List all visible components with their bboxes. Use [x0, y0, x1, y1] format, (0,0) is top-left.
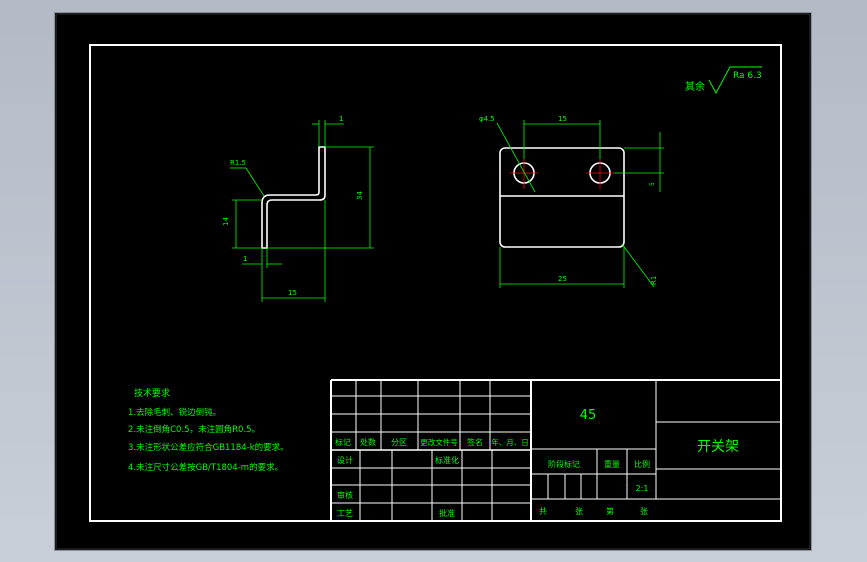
roughness-symbol: 其余 Ra 6.3	[685, 66, 762, 95]
row-approve: 批准	[439, 508, 455, 518]
tech-title: 技术要求	[134, 387, 170, 399]
rev-header: 年、月、日	[491, 437, 529, 447]
roughness-label: 其余	[685, 80, 705, 93]
tech-item: 3.未注形状公差应符合GB1184-k的要求。	[128, 442, 289, 453]
title-block-text: 45 开关架 标记 处数 分区 更改文件号 签名 年、月、日 设计 标准化 审核…	[335, 408, 739, 518]
side-dim-offset: 1	[243, 255, 247, 263]
stage-label: 阶段标记	[548, 459, 580, 469]
sheet-total: 共	[539, 507, 547, 516]
side-view-profile	[261, 146, 326, 249]
rev-header: 更改文件号	[420, 437, 458, 447]
rev-header: 签名	[467, 437, 483, 447]
technical-requirements: 技术要求 1.去除毛刺、锐边倒钝。 2.未注倒角C0.5，未注圆角R0.5。 3…	[128, 387, 289, 473]
side-dim-height: 34	[356, 191, 364, 200]
material-value: 45	[580, 408, 597, 423]
tech-item: 1.去除毛刺、锐边倒钝。	[128, 407, 221, 418]
side-dim-base-height: 14	[222, 217, 230, 226]
side-dim-width: 15	[288, 289, 297, 297]
rev-header: 标记	[335, 437, 351, 447]
front-dim-radius: R1	[650, 276, 658, 285]
tech-item: 2.未注倒角C0.5，未注圆角R0.5。	[128, 424, 260, 435]
row-design: 设计	[337, 455, 353, 465]
sheet-unit: 张	[575, 507, 583, 516]
sheet-of: 第	[606, 506, 614, 516]
cad-drawing: 其余 Ra 6.3 1 34 14 15 1 R1.5 15 φ4.5 5 25…	[89, 44, 782, 522]
rev-header: 分区	[391, 438, 407, 447]
sheet-unit: 张	[640, 507, 648, 516]
part-name: 开关架	[697, 439, 739, 455]
drawing-sheet: 其余 Ra 6.3 1 34 14 15 1 R1.5 15 φ4.5 5 25…	[55, 13, 811, 550]
front-dim-spacing: 15	[558, 115, 567, 123]
row-review: 审核	[337, 490, 353, 500]
front-dim-offset: 5	[649, 182, 656, 186]
weight-label: 重量	[604, 459, 620, 469]
front-view: 15 φ4.5 5 25 R1	[479, 115, 664, 288]
side-dim-thickness: 1	[339, 115, 343, 123]
tech-item: 4.未注尺寸公差按GB/T1804-m的要求。	[128, 462, 283, 473]
row-standardize: 标准化	[435, 455, 459, 465]
rev-header: 处数	[360, 437, 376, 447]
scale-label: 比例	[634, 459, 650, 469]
front-dim-hole-dia: φ4.5	[479, 115, 495, 123]
row-process: 工艺	[337, 509, 353, 518]
front-dim-width: 25	[558, 275, 567, 283]
scale-value: 2:1	[636, 484, 649, 493]
roughness-value: Ra 6.3	[733, 71, 762, 81]
side-view: 1 34 14 15 1 R1.5	[222, 115, 374, 302]
side-dim-radius: R1.5	[230, 159, 246, 167]
